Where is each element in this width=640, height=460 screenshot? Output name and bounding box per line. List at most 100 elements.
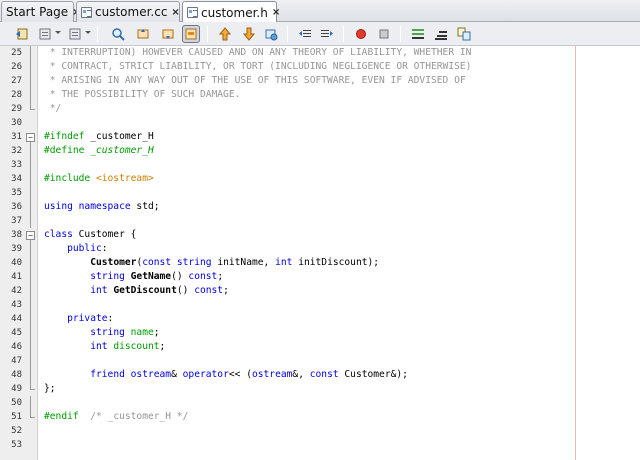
code-token: using namespace	[44, 201, 137, 212]
code-line[interactable]: 45 string name;	[0, 326, 640, 340]
code-text: */	[44, 102, 62, 116]
code-token: const	[194, 285, 224, 296]
shift-right-icon[interactable]	[318, 25, 336, 43]
code-line[interactable]: 40 Customer(const string initName, int i…	[0, 256, 640, 270]
comment-icon[interactable]	[409, 25, 427, 43]
history-dropdown-icon[interactable]	[55, 31, 61, 34]
tab-label: Start Page	[6, 5, 69, 19]
code-token: #ifndef	[44, 131, 91, 142]
code-line[interactable]: 46 int discount;	[0, 340, 640, 354]
code-line[interactable]: 37	[0, 214, 640, 228]
code-token: ()	[171, 271, 189, 282]
fold-guide	[30, 340, 31, 354]
code-token: const	[309, 369, 345, 380]
code-line[interactable]: 30	[0, 116, 640, 130]
code-line[interactable]: 31− #ifndef _customer_H	[0, 130, 640, 144]
code-line[interactable]: 48 friend ostream& operator<< (ostream&,…	[0, 368, 640, 382]
start-macro-icon[interactable]	[352, 25, 370, 43]
code-token: const	[142, 257, 177, 268]
fold-guide	[30, 270, 31, 284]
fold-guide	[30, 172, 31, 186]
code-token: &	[171, 369, 183, 380]
editor-tab-bar: Start Page × customer.cc × customer.h ×	[0, 0, 640, 23]
stop-macro-icon[interactable]	[375, 25, 393, 43]
toolbar-separator	[287, 26, 288, 42]
code-line[interactable]: 50	[0, 396, 640, 410]
tab-start-page[interactable]: Start Page ×	[1, 1, 81, 22]
code-token: public	[44, 243, 102, 254]
code-token: ostream	[130, 369, 172, 380]
fold-guide	[30, 88, 31, 102]
forward-icon[interactable]	[66, 25, 84, 43]
code-line[interactable]: 39 public:	[0, 242, 640, 256]
back-icon[interactable]	[13, 25, 31, 43]
code-line[interactable]: 47	[0, 354, 640, 368]
forward-dropdown-icon[interactable]	[85, 31, 91, 34]
code-line[interactable]: 42 int GetDiscount() const;	[0, 284, 640, 298]
code-text: int GetDiscount() const;	[44, 284, 229, 298]
code-token: ;	[153, 327, 160, 338]
code-line[interactable]: 41 string GetName() const;	[0, 270, 640, 284]
find-previous-icon[interactable]	[134, 25, 152, 43]
fold-collapse-icon[interactable]: −	[26, 231, 35, 240]
code-line[interactable]: 32 #define _customer_H	[0, 144, 640, 158]
code-token: ;	[159, 341, 166, 352]
line-number: 40	[11, 258, 22, 268]
code-line[interactable]: 49};	[0, 382, 640, 396]
toggle-highlight-icon[interactable]	[182, 25, 200, 43]
code-line[interactable]: 38− class Customer {	[0, 228, 640, 242]
line-number: 29	[11, 104, 22, 114]
history-icon[interactable]	[36, 25, 54, 43]
line-number: 25	[11, 48, 22, 58]
code-line[interactable]: 35	[0, 186, 640, 200]
fold-collapse-icon[interactable]: −	[26, 133, 35, 142]
code-line[interactable]: 43	[0, 298, 640, 312]
code-line[interactable]: 51 #endif /* _customer_H */	[0, 410, 640, 424]
line-number: 38	[11, 230, 22, 240]
fold-guide	[30, 298, 31, 312]
find-selection-icon[interactable]	[109, 25, 127, 43]
code-line[interactable]: 28 * THE POSSIBILITY OF SUCH DAMAGE.	[0, 88, 640, 102]
tab-customer-cc[interactable]: customer.cc ×	[76, 1, 180, 22]
code-editor[interactable]: 25 * INTERRUPTION) HOWEVER CAUSED AND ON…	[0, 46, 640, 460]
code-line[interactable]: 25 * INTERRUPTION) HOWEVER CAUSED AND ON…	[0, 46, 640, 60]
toolbar-separator	[400, 26, 401, 42]
fold-guide	[30, 410, 31, 417]
code-line[interactable]: 53	[0, 438, 640, 452]
tab-customer-h[interactable]: customer.h ×	[182, 1, 280, 23]
line-number: 50	[11, 398, 22, 408]
line-number: 53	[11, 440, 22, 450]
shift-left-icon[interactable]	[296, 25, 314, 43]
code-token: * THE POSSIBILITY OF SUCH DAMAGE.	[44, 89, 241, 100]
line-number: 46	[11, 342, 22, 352]
code-token: operator	[182, 369, 229, 380]
code-line[interactable]: 33	[0, 158, 640, 172]
line-number: 44	[11, 314, 22, 324]
code-line[interactable]: 44 private:	[0, 312, 640, 326]
find-next-icon[interactable]	[159, 25, 177, 43]
uncomment-icon[interactable]	[432, 25, 450, 43]
line-number: 37	[11, 216, 22, 226]
next-bookmark-icon[interactable]	[240, 25, 258, 43]
close-icon[interactable]: ×	[171, 7, 179, 18]
close-icon[interactable]: ×	[272, 7, 280, 18]
line-number: 35	[11, 188, 22, 198]
previous-bookmark-icon[interactable]	[216, 25, 234, 43]
toggle-bookmark-icon[interactable]	[262, 25, 280, 43]
code-line[interactable]: 52	[0, 424, 640, 438]
fold-guide	[30, 354, 31, 368]
code-line[interactable]: 27 * ARISING IN ANY WAY OUT OF THE USE O…	[0, 74, 640, 88]
code-line[interactable]: 36 using namespace std;	[0, 200, 640, 214]
code-token: << (	[228, 369, 252, 380]
code-text: int discount;	[44, 340, 165, 354]
code-line[interactable]: 26 * CONTRACT, STRICT LIABILITY, OR TORT…	[0, 60, 640, 74]
code-line[interactable]: 34 #include <iostream>	[0, 172, 640, 186]
code-line[interactable]: 29 */	[0, 102, 640, 116]
header-file-icon	[187, 7, 198, 18]
line-number: 33	[11, 160, 22, 170]
code-token: #include	[44, 173, 96, 184]
code-token: GetDiscount	[113, 285, 177, 296]
diff-icon[interactable]	[455, 25, 473, 43]
